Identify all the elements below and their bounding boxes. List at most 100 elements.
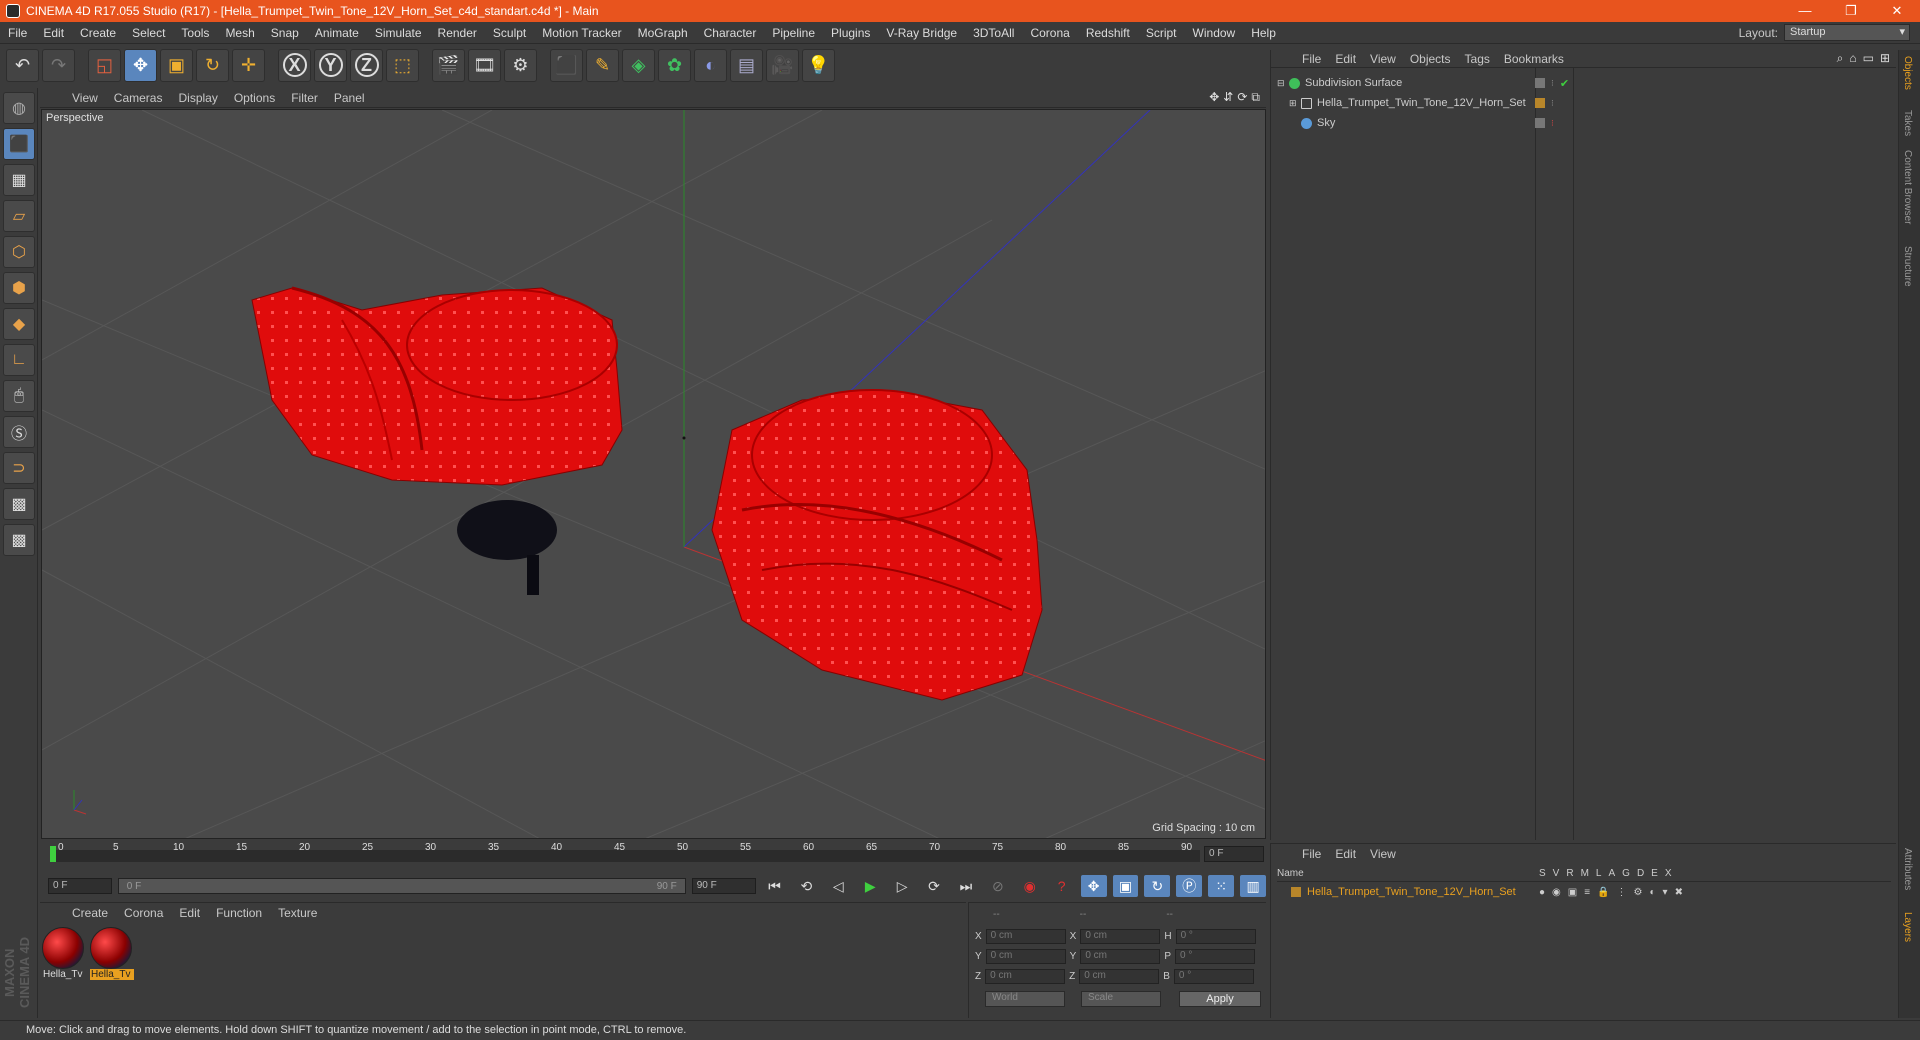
current-frame-field[interactable]: 0 F	[1204, 846, 1264, 862]
planar-workplane-icon[interactable]: ▩	[3, 524, 35, 556]
polygons-mode-icon[interactable]: ◆	[3, 308, 35, 340]
menu-mesh[interactable]: Mesh	[217, 26, 262, 40]
redo-icon[interactable]: ↷	[42, 48, 75, 82]
lock-icon[interactable]: 🔒	[1597, 887, 1609, 898]
play-icon[interactable]: ▶	[857, 875, 883, 897]
close-button[interactable]: ✕	[1874, 3, 1920, 19]
cloner-icon[interactable]: ✿	[658, 48, 691, 82]
motion-record-icon[interactable]: ⊘	[985, 875, 1011, 897]
vp-menu-panel[interactable]: Panel	[326, 91, 373, 105]
live-selection-icon[interactable]: ◱	[88, 48, 121, 82]
vp-menu-view[interactable]: View	[64, 91, 106, 105]
pen-spline-icon[interactable]: ✎	[586, 48, 619, 82]
layer-color-icon[interactable]	[1535, 78, 1545, 88]
menu-motion-tracker[interactable]: Motion Tracker	[534, 26, 629, 40]
edges-mode-icon[interactable]: ⬢	[3, 272, 35, 304]
size-mode-select[interactable]: Scale	[1081, 991, 1161, 1007]
tab-content-browser[interactable]: Content Browser	[1902, 150, 1913, 224]
key-scale-icon[interactable]: ▣	[1112, 875, 1139, 897]
tree-toggle-icon[interactable]: ⊟	[1277, 78, 1289, 89]
maximize-view-icon[interactable]: ⧉	[1251, 90, 1260, 105]
maximize-icon[interactable]: ⊞	[1880, 51, 1890, 66]
timeline-ruler[interactable]: 0 5 10 15 20 25 30 35 40 45 50 55 60 65 …	[40, 842, 1266, 864]
menu-character[interactable]: Character	[696, 26, 765, 40]
mat-menu-function[interactable]: Function	[208, 906, 270, 920]
vp-menu-display[interactable]: Display	[170, 91, 225, 105]
locked-workplane-icon[interactable]: ▩	[3, 488, 35, 520]
coordinate-mode-select[interactable]: World	[985, 991, 1065, 1007]
mat-menu-edit[interactable]: Edit	[171, 906, 208, 920]
minimize-button[interactable]: —	[1782, 3, 1828, 19]
timeline-window-icon[interactable]: ▥	[1240, 875, 1267, 897]
obj-menu-view[interactable]: View	[1363, 52, 1403, 66]
object-row-horn-set[interactable]: ⊞ Hella_Trumpet_Twin_Tone_12V_Horn_Set ⁝	[1271, 94, 1897, 112]
layer-menu-edit[interactable]: Edit	[1328, 847, 1363, 861]
menu-corona[interactable]: Corona	[1022, 26, 1077, 40]
new-view-icon[interactable]: ▭	[1863, 51, 1874, 66]
tweak-mode-icon[interactable]: 🖱	[3, 380, 35, 412]
eye-icon[interactable]: ◉	[1552, 887, 1561, 898]
layer-menu-view[interactable]: View	[1363, 847, 1403, 861]
obj-menu-tags[interactable]: Tags	[1458, 52, 1497, 66]
obj-menu-bookmarks[interactable]: Bookmarks	[1497, 52, 1571, 66]
snap-icon[interactable]: ⊃	[3, 452, 35, 484]
menu-create[interactable]: Create	[72, 26, 124, 40]
layer-color-icon[interactable]	[1535, 118, 1545, 128]
model-mode-icon[interactable]: ⬛	[3, 128, 35, 160]
render-view-icon[interactable]: 🎬	[432, 48, 465, 82]
menu-snap[interactable]: Snap	[263, 26, 307, 40]
mat-menu-texture[interactable]: Texture	[270, 906, 325, 920]
menu-edit[interactable]: Edit	[35, 26, 72, 40]
axis-mode-icon[interactable]: ∟	[3, 344, 35, 376]
menu-render[interactable]: Render	[430, 26, 485, 40]
rotation-p-field[interactable]: 0 °	[1175, 949, 1256, 964]
tab-attributes[interactable]: Attributes	[1902, 848, 1913, 890]
object-row-sky[interactable]: Sky ⁝	[1271, 114, 1897, 132]
autokey-icon[interactable]: ?	[1049, 875, 1075, 897]
menu-mograph[interactable]: MoGraph	[630, 26, 696, 40]
vp-menu-cameras[interactable]: Cameras	[106, 91, 171, 105]
tab-structure[interactable]: Structure	[1902, 246, 1913, 287]
position-x-field[interactable]: 0 cm	[985, 929, 1066, 944]
transform-tool-icon[interactable]: ✛	[232, 48, 265, 82]
go-to-start-icon[interactable]: ⏮	[762, 875, 788, 897]
menu-file[interactable]: File	[0, 26, 35, 40]
animation-icon[interactable]: ⋮	[1617, 887, 1627, 898]
solo-icon[interactable]: Ⓢ	[3, 416, 35, 448]
key-pla-icon[interactable]: ⁙	[1208, 875, 1235, 897]
menu-plugins[interactable]: Plugins	[823, 26, 878, 40]
position-z-field[interactable]: 0 cm	[985, 969, 1066, 984]
tree-toggle-icon[interactable]: ⊞	[1289, 98, 1301, 109]
menu-redshift[interactable]: Redshift	[1078, 26, 1138, 40]
key-param-icon[interactable]: Ⓟ	[1176, 875, 1203, 897]
position-y-field[interactable]: 0 cm	[985, 949, 1066, 964]
key-rotate-icon[interactable]: ↻	[1144, 875, 1171, 897]
visibility-dots-icon[interactable]: ⁝	[1551, 98, 1554, 109]
dolly-icon[interactable]: ⇵	[1223, 90, 1233, 105]
previous-frame-icon[interactable]: ◁	[825, 875, 851, 897]
obj-menu-objects[interactable]: Objects	[1403, 52, 1458, 66]
go-to-end-icon[interactable]: ⏭	[953, 875, 979, 897]
render-picture-viewer-icon[interactable]: 🎞	[468, 48, 501, 82]
axis-z-button[interactable]: Z	[350, 48, 383, 82]
render-icon[interactable]: ▣	[1568, 887, 1577, 898]
rotation-b-field[interactable]: 0 °	[1173, 969, 1254, 984]
start-frame-field[interactable]: 0 F	[48, 878, 112, 894]
end-frame-field[interactable]: 90 F	[691, 878, 756, 894]
tab-layers[interactable]: Layers	[1902, 912, 1913, 942]
size-y-field[interactable]: 0 cm	[1080, 949, 1161, 964]
axis-y-button[interactable]: Y	[314, 48, 347, 82]
next-key-icon[interactable]: ⟳	[921, 875, 947, 897]
tab-takes[interactable]: Takes	[1902, 110, 1913, 136]
pan-icon[interactable]: ✥	[1209, 90, 1219, 105]
vp-menu-filter[interactable]: Filter	[283, 91, 326, 105]
key-move-icon[interactable]: ✥	[1080, 875, 1107, 897]
mat-menu-create[interactable]: Create	[64, 906, 116, 920]
camera-icon[interactable]: 🎥	[766, 48, 799, 82]
next-frame-icon[interactable]: ▷	[889, 875, 915, 897]
material-swatch[interactable]: Hella_Tv	[42, 927, 86, 980]
vp-menu-options[interactable]: Options	[226, 91, 283, 105]
generator-icon[interactable]: ⚙	[1634, 887, 1643, 898]
layer-menu-file[interactable]: File	[1295, 847, 1328, 861]
visibility-dots-icon[interactable]: ⁝	[1551, 78, 1554, 89]
